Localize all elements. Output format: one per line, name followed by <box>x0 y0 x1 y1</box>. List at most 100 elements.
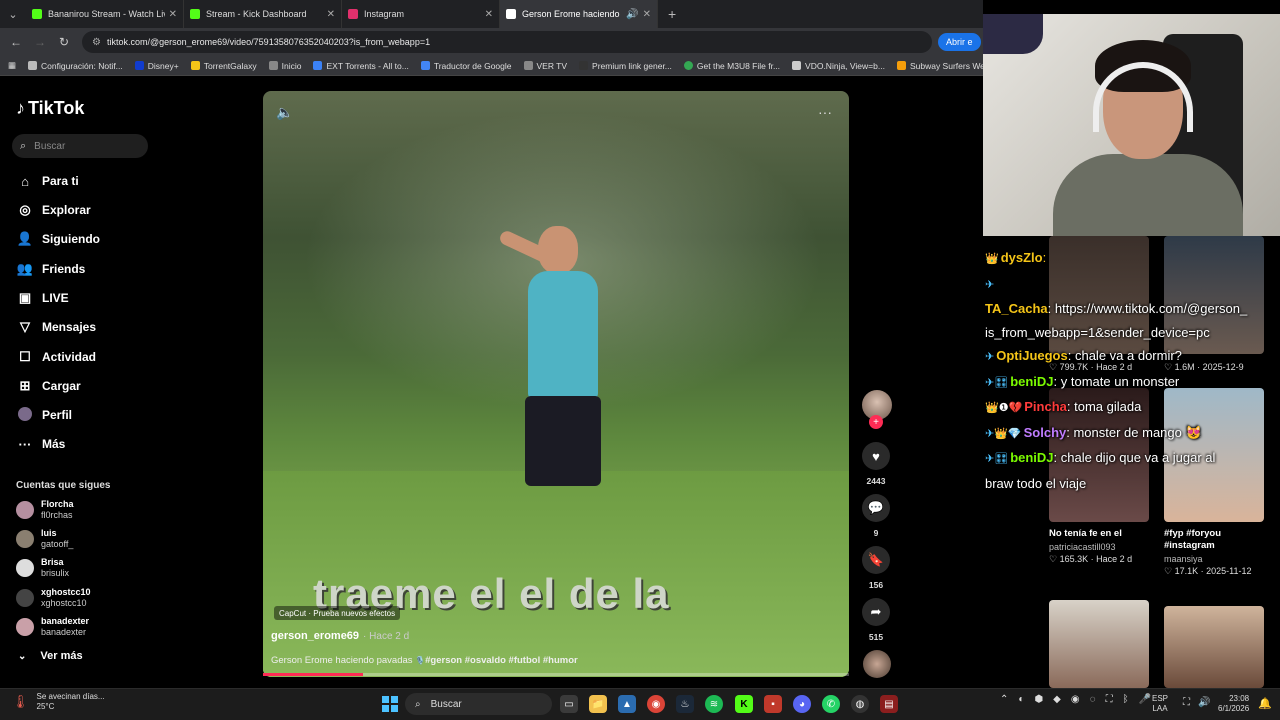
chat-username: OptiJuegos <box>996 348 1068 363</box>
browser-tab-active[interactable]: Gerson Erome haciendo pa 🔊 ✕ <box>500 0 658 28</box>
bookmark[interactable]: Traductor de Google <box>420 61 512 71</box>
tray-app-icon[interactable]: ⛶ <box>1106 694 1113 705</box>
clock[interactable]: 23:08 6/1/2026 <box>1218 694 1249 714</box>
see-more-button[interactable]: ⌄ Ver más <box>18 650 83 662</box>
nav-profile[interactable]: Perfil <box>16 405 72 425</box>
new-tab-button[interactable]: + <box>668 6 676 22</box>
app-icon[interactable]: ▪ <box>764 695 782 713</box>
obs-icon[interactable]: ◍ <box>851 695 869 713</box>
nav-activity[interactable]: ☐ Actividad <box>16 347 96 367</box>
url-field[interactable]: ⚙ tiktok.com/@gerson_erome69/video/75913… <box>82 31 932 53</box>
nav-following[interactable]: 👤 Siguiendo <box>16 229 100 249</box>
disney-icon <box>134 61 144 70</box>
browser-tab[interactable]: Stream - Kick Dashboard ✕ <box>184 0 342 28</box>
nav-more[interactable]: ··· Más <box>16 434 66 454</box>
taskbar-search[interactable]: ⌕ Buscar <box>405 693 552 715</box>
bookmark[interactable]: Get the M3U8 File fr... <box>683 61 780 71</box>
music-disc[interactable] <box>863 650 891 678</box>
tray-app-icon[interactable]: ◌ <box>1090 694 1096 705</box>
hashtags[interactable]: #gerson #osvaldo #futbol #humor <box>425 655 578 666</box>
open-app-button[interactable]: Abrir e <box>938 33 981 51</box>
whatsapp-icon[interactable]: ✆ <box>822 695 840 713</box>
follow-plus-icon[interactable]: + <box>869 415 883 429</box>
close-icon[interactable]: ✕ <box>169 9 177 20</box>
followed-account[interactable]: banadexter banadexter <box>16 614 89 640</box>
winrar-icon[interactable]: ▤ <box>880 695 898 713</box>
followed-account[interactable]: Florcha fl0rchas <box>16 497 74 523</box>
save-button[interactable]: 🔖 <box>862 546 890 574</box>
volume-icon[interactable]: 🔈 <box>276 104 293 121</box>
volume-icon[interactable]: 🔊 <box>1198 697 1210 708</box>
network-icon[interactable]: ⛶ <box>1183 697 1190 708</box>
more-options-icon[interactable]: ··· <box>818 104 832 120</box>
video-thumbnail[interactable] <box>1049 600 1149 688</box>
file-explorer-icon[interactable]: 📁 <box>589 695 607 713</box>
followed-account[interactable]: Brisa brisulix <box>16 555 69 581</box>
tray-app-icon[interactable]: ◐ <box>1018 694 1024 705</box>
bookmark[interactable]: VDO.Ninja, View=b... <box>792 61 885 71</box>
forward-icon[interactable]: → <box>28 35 52 49</box>
bookmark[interactable]: TorrentGalaxy <box>190 61 257 71</box>
browser-tab[interactable]: Instagram ✕ <box>342 0 500 28</box>
tab-search-icon[interactable]: ⌄ <box>0 8 26 21</box>
chat-line: ✈🎛 beniDJ: chale dijo que va a jugar al <box>985 450 1216 465</box>
weather-widget[interactable]: 🌡 Se avecinan días... 25°C <box>12 692 105 712</box>
apps-icon[interactable]: ▦ <box>8 60 16 71</box>
lang-bottom: LAA <box>1152 704 1168 713</box>
followed-account[interactable]: xghostcc10 xghostcc10 <box>16 585 91 611</box>
tray-app-icon[interactable]: ⬢ <box>1034 694 1043 705</box>
bookmark[interactable]: Subway Surfers Web <box>896 61 990 71</box>
bookmark[interactable]: Premium link gener... <box>579 61 672 71</box>
bookmark[interactable]: Configuración: Notif... <box>28 61 123 71</box>
spotify-icon[interactable]: ≋ <box>705 695 723 713</box>
reload-icon[interactable]: ↻ <box>52 35 76 49</box>
nav-for-you[interactable]: ⌂ Para ti <box>16 171 79 191</box>
nav-live[interactable]: ▣ LIVE <box>16 288 69 308</box>
bookmark[interactable]: Disney+ <box>134 61 179 71</box>
close-icon[interactable]: ✕ <box>327 9 335 20</box>
thumbnail-meta[interactable]: #fyp #foryou #instagram maansiya ♡ 17.1K… <box>1164 528 1274 577</box>
thumbnail-meta[interactable]: No tenía fe en el patriciacastill093 ♡ 1… <box>1049 528 1159 565</box>
discord-icon[interactable]: ◕ <box>793 695 811 713</box>
back-icon[interactable]: ← <box>4 35 28 49</box>
nav-explore[interactable]: ◎ Explorar <box>16 200 90 220</box>
bookmark[interactable]: VER TV <box>523 61 567 71</box>
video-progress-bar[interactable] <box>263 673 849 676</box>
nav-upload[interactable]: ⊞ Cargar <box>16 376 81 396</box>
microphone-icon[interactable]: 🎤 <box>1139 694 1151 705</box>
ext-icon <box>313 61 323 70</box>
steam-icon[interactable]: ♨ <box>676 695 694 713</box>
kick-icon[interactable]: K <box>735 695 753 713</box>
chrome-icon[interactable]: ◉ <box>647 695 665 713</box>
tray-app-icon[interactable]: ◆ <box>1053 694 1061 705</box>
comment-button[interactable]: 💬 <box>862 494 890 522</box>
capcut-badge[interactable]: CapCut · Prueba nuevos efectos <box>274 606 401 620</box>
messages-icon: ▽ <box>20 319 30 334</box>
close-icon[interactable]: ✕ <box>485 9 493 20</box>
photos-icon[interactable]: ▲ <box>618 695 636 713</box>
notification-icon[interactable]: 🔔 <box>1258 697 1272 710</box>
bookmark[interactable]: Inicio <box>268 61 301 71</box>
followed-account[interactable]: luis gatooff_ <box>16 526 73 552</box>
like-button[interactable]: ♥ <box>862 442 890 470</box>
avatar <box>16 559 34 577</box>
chevron-up-icon[interactable]: ⌃ <box>1000 694 1008 705</box>
browser-tab[interactable]: Bananirou Stream - Watch Live ✕ <box>26 0 184 28</box>
address-bar-row: ← → ↻ ⚙ tiktok.com/@gerson_erome69/video… <box>0 28 983 56</box>
windows-start-button[interactable] <box>382 696 398 712</box>
tray-app-icon[interactable]: ◉ <box>1071 694 1080 705</box>
language-indicator[interactable]: ESP LAA <box>1152 694 1168 714</box>
video-thumbnail[interactable] <box>1164 606 1264 688</box>
tiktok-logo[interactable]: ♪ TikTok <box>16 98 84 119</box>
search-input[interactable]: ⌕ Buscar <box>12 134 148 158</box>
nav-friends[interactable]: 👥 Friends <box>16 259 85 279</box>
share-button[interactable]: ➦ <box>862 598 890 626</box>
video-author[interactable]: gerson_erome69 · Hace 2 d <box>271 630 409 642</box>
task-view-icon[interactable]: ▭ <box>560 695 578 713</box>
nav-messages[interactable]: ▽ Mensajes <box>16 317 96 337</box>
site-info-icon[interactable]: ⚙ <box>92 37 101 48</box>
bluetooth-icon[interactable]: ᛒ <box>1123 694 1129 705</box>
audio-icon[interactable]: 🔊 <box>626 9 638 20</box>
bookmark[interactable]: EXT Torrents - All to... <box>313 61 409 71</box>
close-icon[interactable]: ✕ <box>643 9 651 20</box>
